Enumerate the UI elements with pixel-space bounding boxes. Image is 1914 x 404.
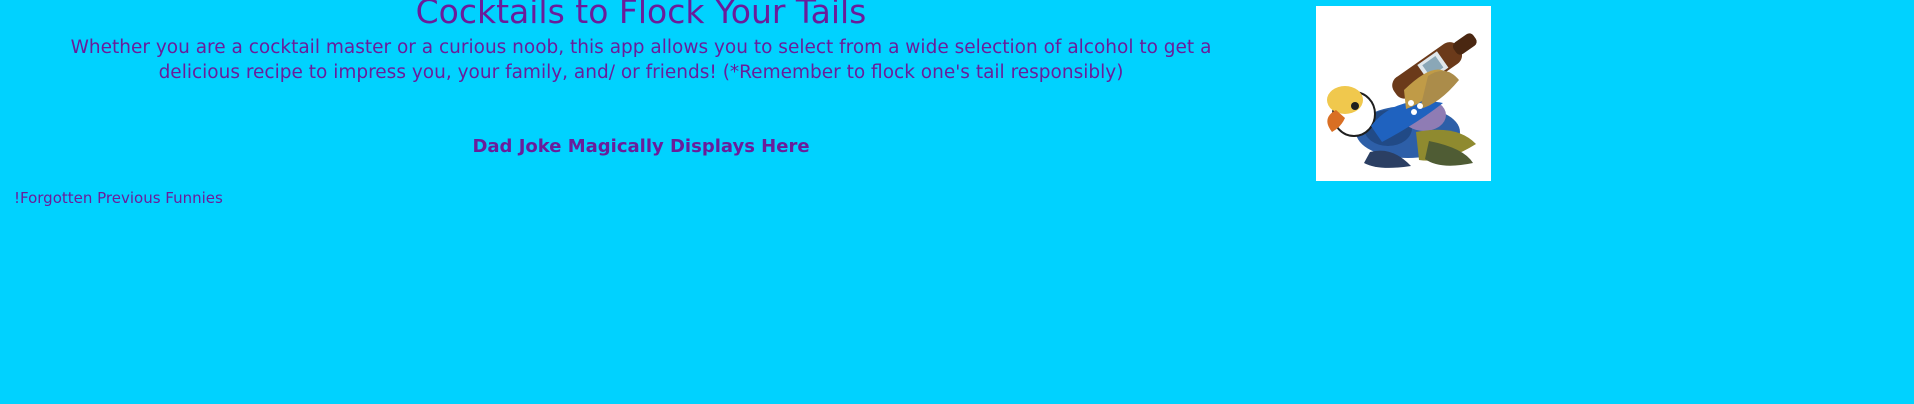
dad-joke-display: Dad Joke Magically Displays Here (472, 136, 810, 157)
previous-funnies-link[interactable]: !Forgotten Previous Funnies (14, 188, 223, 208)
app-description: Whether you are a cocktail master or a c… (70, 37, 1212, 83)
page-title: Cocktails to Flock Your Tails (415, 0, 867, 31)
parrot-bottle-holder-image (1316, 6, 1491, 181)
parrot-bottle-icon (1316, 6, 1491, 181)
